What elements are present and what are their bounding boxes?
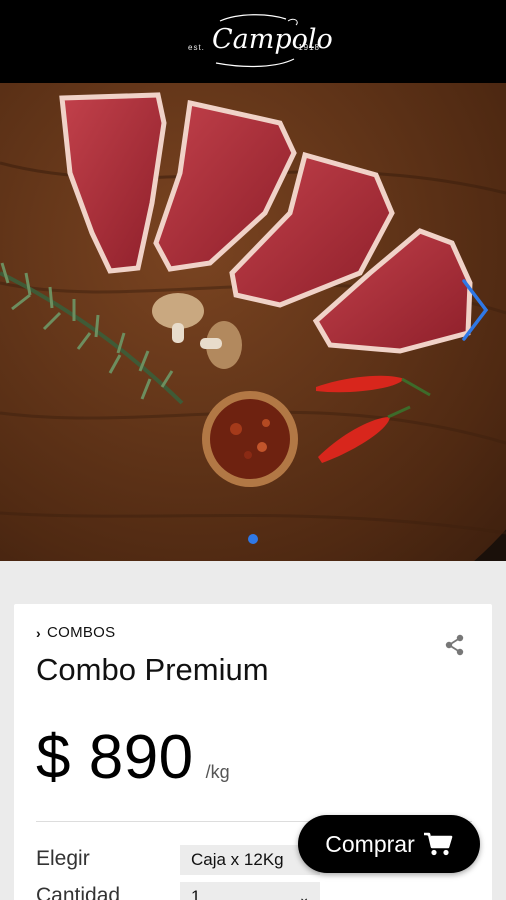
logo-est: est. [188,42,205,52]
cantidad-label: Cantidad [36,884,121,900]
cart-icon [423,832,453,856]
elegir-value: Caja x 12Kg [191,850,284,869]
buy-label: Comprar [325,830,415,857]
cantidad-value: 1 [191,887,201,900]
share-icon [445,634,464,656]
price-unit: /kg [205,762,230,782]
breadcrumb-category[interactable]: COMBOS [47,624,115,641]
chevron-down-icon: ⌄ [298,889,310,900]
product-image-carousel[interactable] [0,83,506,561]
carousel-dot[interactable] [248,534,258,544]
breadcrumb[interactable]: › COMBOS [36,624,115,641]
cantidad-select[interactable]: 1 ⌄ [180,882,320,900]
share-button[interactable] [444,634,466,656]
product-page: est. Campolo 1918 › COMBOS Combo Premium… [0,0,506,900]
product-title: Combo Premium [36,652,269,687]
brand-logo[interactable]: est. Campolo 1918 [168,7,338,77]
app-header: est. Campolo 1918 [0,0,506,83]
product-price: $ 890 /kg [36,722,230,793]
buy-button[interactable]: Comprar [298,815,480,873]
carousel-pagination [0,534,506,544]
product-photo [0,83,506,561]
elegir-label: Elegir [36,847,90,870]
price-value: $ 890 [36,723,194,792]
chevron-right-icon [462,279,489,341]
logo-year: 1918 [298,42,320,52]
chevron-right-icon: › [36,624,41,641]
carousel-next-button[interactable] [458,277,492,343]
